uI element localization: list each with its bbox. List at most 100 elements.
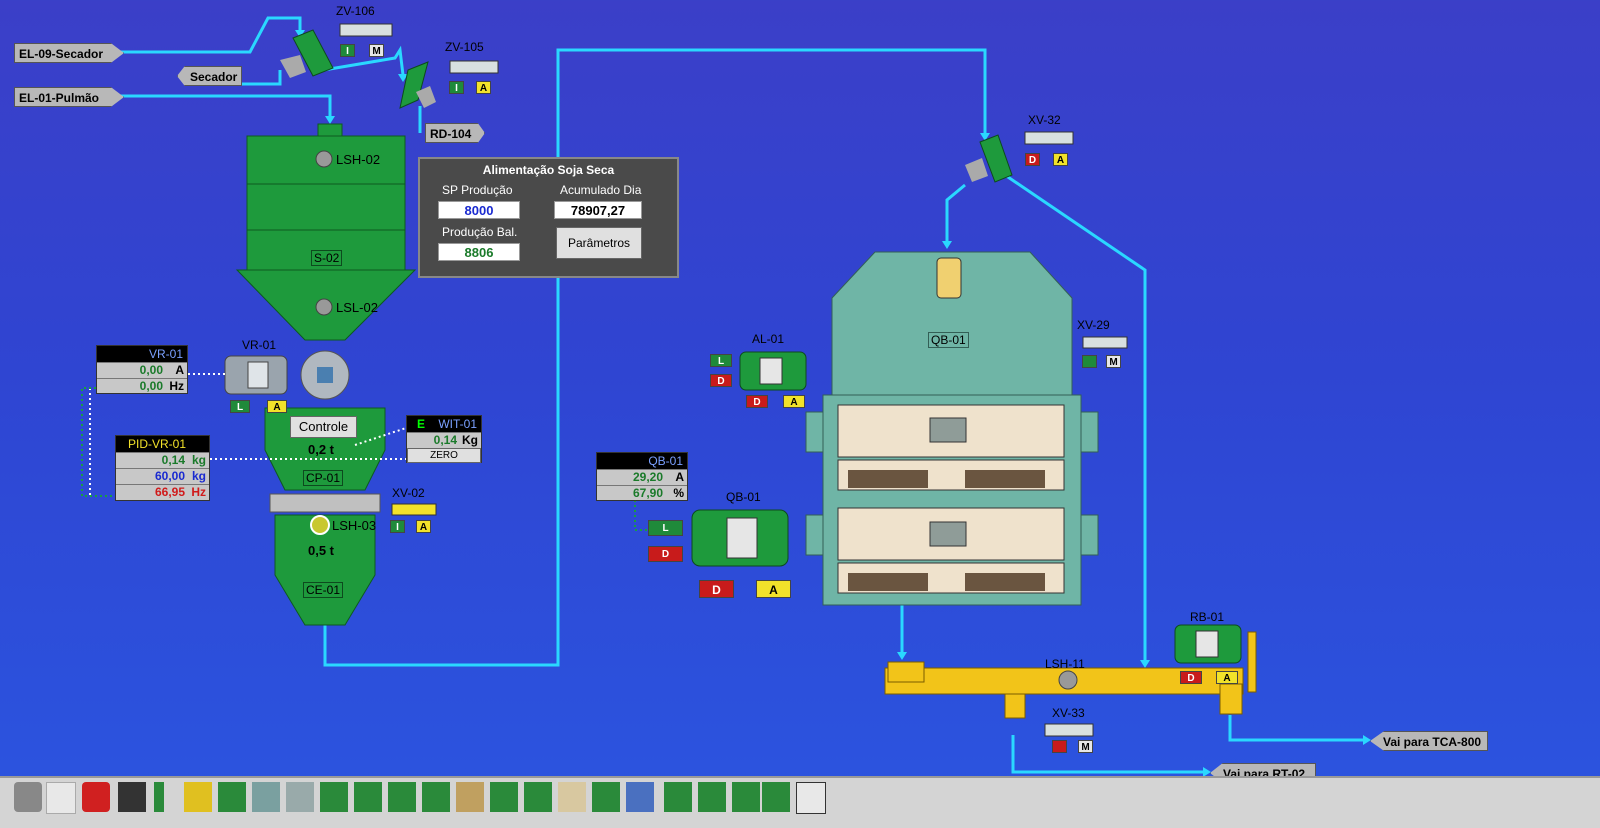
level-switch-lsl02: LSL-02	[336, 300, 378, 315]
plant-icon-6[interactable]	[388, 782, 416, 812]
xv32-auto-indicator[interactable]: A	[1053, 153, 1068, 166]
level-switch-lsh02: LSH-02	[336, 152, 381, 167]
vr01-current: 0,00	[139, 363, 163, 377]
level-switch-lsh03: LSH-03	[332, 518, 377, 533]
accumulated-day-value: 78907,27	[554, 201, 642, 219]
wit01-value: 0,14	[433, 433, 457, 447]
qb01-pct: 67,90	[632, 486, 663, 500]
valve-label-xv32: XV-32	[1028, 113, 1061, 127]
destination-tag-rd104[interactable]: RD-104	[425, 123, 485, 143]
xv33-desliga-indicator[interactable]	[1052, 740, 1067, 753]
qb01-local-button[interactable]: L	[648, 520, 683, 536]
warehouse-icon[interactable]	[118, 782, 146, 812]
pid-pv: 0,14	[161, 453, 185, 467]
destination-tag-tca800[interactable]: Vai para TCA-800	[1370, 731, 1488, 751]
plant-icon-12[interactable]	[698, 782, 726, 812]
plant-icon-2[interactable]	[252, 782, 280, 812]
pid-header: PID-VR-01	[116, 436, 209, 452]
wit01-unit: Kg	[462, 433, 478, 447]
xv02-auto-indicator[interactable]: A	[416, 520, 431, 533]
motor-al01	[739, 351, 807, 391]
source-tag-el01[interactable]: EL-01-Pulmão	[14, 87, 124, 107]
pid-pv-unit: kg	[191, 453, 206, 467]
plant-icon-10[interactable]	[592, 782, 620, 812]
vr01-local-indicator[interactable]: L	[230, 400, 250, 413]
valve-label-xv29: XV-29	[1077, 318, 1110, 332]
zv105-local-indicator[interactable]: I	[449, 81, 464, 94]
plant-icon-11[interactable]	[664, 782, 692, 812]
plant-icon-1[interactable]	[218, 782, 246, 812]
al01-desliga-indicator[interactable]: D	[710, 374, 732, 387]
xv02-local-indicator[interactable]: I	[390, 520, 405, 533]
production-bal-label: Produção Bal.	[442, 225, 518, 239]
al01-auto-indicator[interactable]: A	[783, 395, 805, 408]
plant-icon-4[interactable]	[320, 782, 348, 812]
valve-label-zv105: ZV-105	[445, 40, 484, 54]
motor-vr01	[224, 355, 288, 395]
plant-icon-13[interactable]	[732, 782, 760, 812]
pid-sp-unit: kg	[191, 469, 206, 483]
plant-icon-3[interactable]	[286, 782, 314, 812]
plant-icon-14[interactable]	[762, 782, 790, 812]
save-icon[interactable]	[184, 782, 212, 812]
qb01-desliga-button[interactable]: D	[648, 546, 683, 562]
plant-icon-5[interactable]	[354, 782, 382, 812]
tools-icon[interactable]	[14, 782, 42, 812]
vr01-readout: VR-01 0,00 A 0,00 Hz	[96, 345, 188, 394]
xv29-manual-indicator[interactable]: M	[1106, 355, 1121, 368]
accumulated-day-label: Acumulado Dia	[560, 183, 642, 197]
silo-label: S-02	[311, 250, 343, 266]
valve-label-zv106: ZV-106	[336, 4, 375, 18]
marker-icon[interactable]	[154, 782, 164, 812]
qb01-auto-indicator[interactable]: A	[756, 580, 791, 598]
vr01-freq-unit: Hz	[169, 379, 184, 393]
plant-icon-9[interactable]	[524, 782, 552, 812]
wit01-readout: WIT-01 E 0,14 Kg ZERO	[406, 415, 482, 463]
hopper-label-ce01: CE-01	[303, 582, 344, 598]
qb01-current-unit: A	[675, 470, 684, 484]
ce01-weight: 0,5 t	[308, 543, 335, 558]
al01-local-indicator[interactable]: L	[710, 354, 732, 367]
zv106-local-indicator[interactable]: I	[340, 44, 355, 57]
power-icon[interactable]	[82, 782, 110, 812]
production-panel: Alimentação Soja Seca SP Produção 8000 A…	[418, 157, 679, 278]
sp-production-value[interactable]: 8000	[438, 201, 520, 219]
truck-icon[interactable]	[558, 782, 586, 812]
xv33-manual-indicator[interactable]: M	[1078, 740, 1093, 753]
home-icon[interactable]	[46, 782, 76, 814]
vehicle-icon[interactable]	[626, 782, 654, 812]
source-tag-el09[interactable]: EL-09-Secador	[14, 43, 124, 63]
scale-icon[interactable]	[456, 782, 484, 812]
xv32-desliga-indicator[interactable]: D	[1025, 153, 1040, 166]
rb01-auto-indicator[interactable]: A	[1216, 671, 1238, 684]
dryer-qb01	[805, 251, 1099, 606]
plant-icon-7[interactable]	[422, 782, 450, 812]
cp01-weight: 0,2 t	[308, 442, 335, 457]
motor-label-al01: AL-01	[752, 332, 785, 346]
pid-out-unit: Hz	[191, 485, 206, 499]
rb01-desliga-indicator[interactable]: D	[1180, 671, 1202, 684]
diamond-icon[interactable]	[796, 782, 826, 814]
pid-vr01-readout[interactable]: PID-VR-01 0,14 kg 60,00 kg 66,95 Hz	[115, 435, 210, 501]
valve-label-xv33: XV-33	[1052, 706, 1085, 720]
zv105-auto-indicator[interactable]: A	[476, 81, 491, 94]
wit01-zero-button[interactable]: ZERO	[407, 448, 481, 463]
vr01-readout-header: VR-01	[97, 346, 187, 362]
navigation-toolbar	[0, 776, 1600, 828]
motor-label-vr01: VR-01	[242, 338, 277, 352]
al01-desliga2-indicator[interactable]: D	[746, 395, 768, 408]
parametros-button[interactable]: Parâmetros	[556, 227, 642, 259]
zv106-manual-indicator[interactable]: M	[369, 44, 384, 57]
motor-label-qb01: QB-01	[726, 490, 761, 504]
qb01-readout: QB-01 29,20 A 67,90%	[596, 452, 688, 501]
destination-tag-secador[interactable]: Secador	[177, 66, 242, 86]
vr01-auto-indicator[interactable]: A	[267, 400, 287, 413]
hopper-label-cp01: CP-01	[303, 470, 344, 486]
wit01-mode-e: E	[417, 417, 426, 431]
pid-sp: 60,00	[154, 469, 185, 483]
production-bal-value: 8806	[438, 243, 520, 261]
xv29-local-indicator[interactable]	[1082, 355, 1097, 368]
controle-button[interactable]: Controle	[290, 416, 357, 438]
qb01-desliga2-indicator[interactable]: D	[699, 580, 734, 598]
plant-icon-8[interactable]	[490, 782, 518, 812]
